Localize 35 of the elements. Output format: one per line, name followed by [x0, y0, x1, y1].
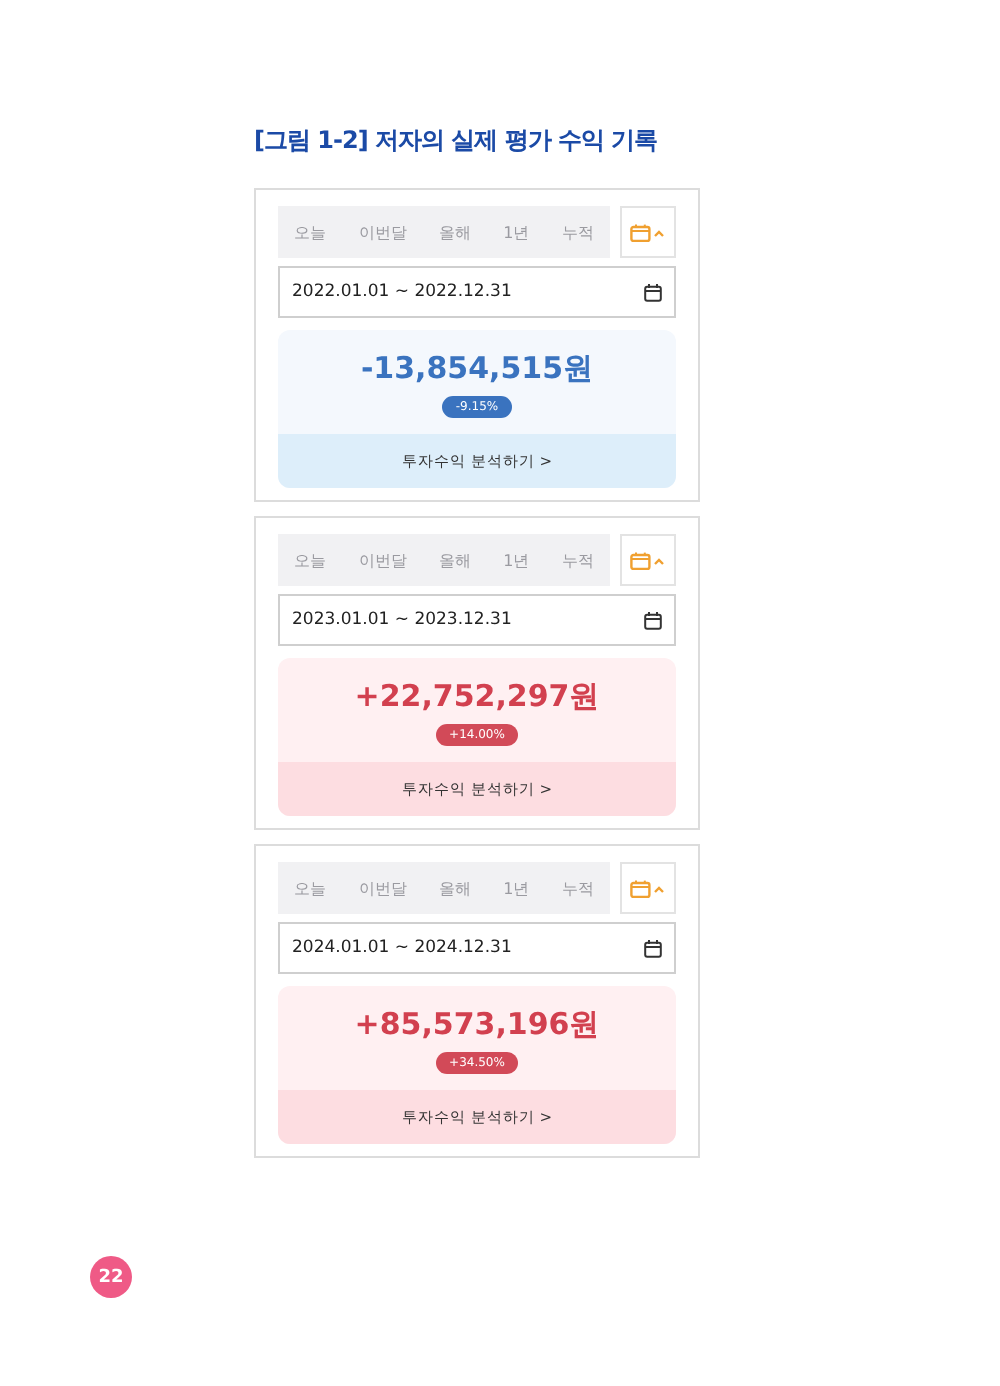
calendar-toggle-button[interactable] — [620, 862, 676, 914]
date-range-field[interactable]: 2024.01.01 ~ 2024.12.31 — [278, 922, 676, 974]
period-tab[interactable]: 올해 — [434, 221, 475, 243]
period-tab[interactable]: 오늘 — [290, 877, 331, 899]
calendar-icon — [644, 283, 662, 301]
return-amount: -13,854,515원 — [360, 350, 594, 388]
period-tab[interactable]: 올해 — [434, 877, 475, 899]
calendar-toggle-button[interactable] — [620, 534, 676, 586]
page-number: 22 — [90, 1256, 132, 1298]
date-range-field[interactable]: 2022.01.01 ~ 2022.12.31 — [278, 266, 676, 318]
calendar-caret-icon — [630, 223, 666, 241]
figure-caption: [그림 1-2] 저자의 실제 평가 수익 기록 — [254, 124, 660, 158]
date-range: 2022.01.01 ~ 2022.12.31 — [292, 282, 512, 302]
date-range: 2024.01.01 ~ 2024.12.31 — [292, 938, 512, 958]
calendar-icon — [644, 611, 662, 629]
calendar-toggle-button[interactable] — [620, 206, 676, 258]
return-amount: +85,573,196원 — [354, 1006, 600, 1044]
period-tab[interactable]: 1년 — [499, 877, 534, 899]
calendar-icon — [644, 939, 662, 957]
return-amount: +22,752,297원 — [354, 678, 600, 716]
period-tab[interactable]: 누적 — [557, 877, 598, 899]
period-tab[interactable]: 이번달 — [354, 549, 411, 571]
period-tab[interactable]: 오늘 — [290, 221, 331, 243]
period-tab[interactable]: 이번달 — [354, 221, 411, 243]
period-tab[interactable]: 오늘 — [290, 549, 331, 571]
period-tab[interactable]: 누적 — [557, 221, 598, 243]
calendar-caret-icon — [630, 551, 666, 569]
period-tab[interactable]: 1년 — [499, 549, 534, 571]
date-range: 2023.01.01 ~ 2023.12.31 — [292, 610, 512, 630]
calendar-caret-icon — [630, 879, 666, 897]
period-tab[interactable]: 이번달 — [354, 877, 411, 899]
period-tab[interactable]: 1년 — [499, 221, 534, 243]
date-range-field[interactable]: 2023.01.01 ~ 2023.12.31 — [278, 594, 676, 646]
period-tab[interactable]: 누적 — [557, 549, 598, 571]
period-tab[interactable]: 올해 — [434, 549, 475, 571]
